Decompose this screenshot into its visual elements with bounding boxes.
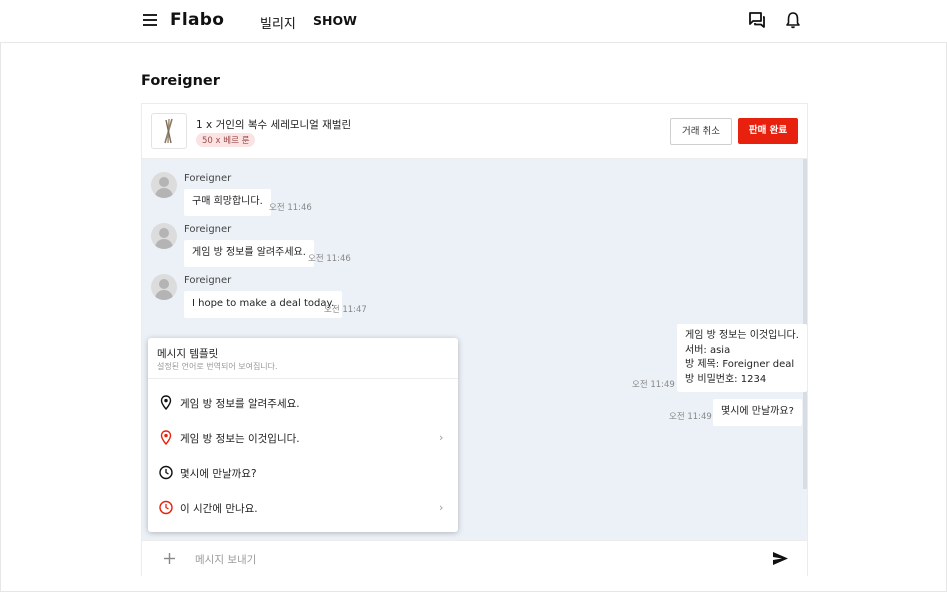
message-time: 오전 11:46 <box>308 254 351 264</box>
clock-icon <box>159 465 173 480</box>
message-bubble: 게임 방 정보를 알려주세요. <box>184 240 314 267</box>
my-message-time: 오전 11:49 <box>669 412 712 422</box>
clock-icon <box>159 500 173 515</box>
avatar <box>151 223 177 249</box>
template-label: 게임 방 정보는 이것입니다. <box>180 433 300 445</box>
price-badge: 50 x 베르 룬 <box>196 133 256 147</box>
nav-show[interactable]: SHOW <box>313 13 357 28</box>
message-input[interactable]: 메시지 보내기 <box>195 552 256 567</box>
send-icon[interactable] <box>772 551 789 566</box>
product-info-bar: 1 x 거인의 복수 세레모니얼 재벌린 50 x 베르 룬 거래 취소 판매 … <box>142 104 807 159</box>
product-thumbnail[interactable] <box>151 113 187 149</box>
avatar <box>151 172 177 198</box>
message-bubble: 구매 희망합니다. <box>184 189 271 216</box>
message-bubble: I hope to make a deal today. <box>184 291 343 318</box>
location-pin-icon <box>160 430 172 445</box>
my-message-time: 오전 11:49 <box>632 380 675 390</box>
template-label: 이 시간에 만나요. <box>180 503 258 515</box>
avatar <box>151 274 177 300</box>
logo[interactable]: Flabo <box>170 10 224 30</box>
template-item[interactable]: 몇시에 만날까요? <box>148 458 458 488</box>
cancel-trade-button[interactable]: 거래 취소 <box>670 118 732 145</box>
chevron-right-icon: › <box>439 431 444 444</box>
message-sender: Foreigner <box>184 224 232 235</box>
template-item[interactable]: 게임 방 정보는 이것입니다. › <box>148 423 458 453</box>
nav-village[interactable]: 빌리지 <box>260 13 296 32</box>
message-time: 오전 11:46 <box>269 203 312 213</box>
page-title: Foreigner <box>141 73 220 89</box>
top-navigation-bar: Flabo 빌리지 SHOW <box>0 0 947 43</box>
chat-icon[interactable] <box>748 11 766 29</box>
popup-title: 메시지 템플릿 <box>157 348 219 360</box>
my-message-line: 방 비밀번호: 1234 <box>685 373 767 385</box>
message-input-bar: 메시지 보내기 <box>142 540 807 576</box>
plus-icon[interactable] <box>163 552 176 565</box>
hamburger-menu-icon[interactable] <box>143 14 157 26</box>
my-message-bubble: 몇시에 만날까요? <box>713 399 802 426</box>
template-item[interactable]: 이 시간에 만나요. › <box>148 493 458 523</box>
my-message-line: 서버: asia <box>685 344 731 356</box>
product-name: 1 x 거인의 복수 세레모니얼 재벌린 <box>196 119 352 131</box>
complete-sale-button[interactable]: 판매 완료 <box>738 118 798 144</box>
message-sender: Foreigner <box>184 173 232 184</box>
chevron-right-icon: › <box>439 501 444 514</box>
template-label: 게임 방 정보를 알려주세요. <box>180 398 300 410</box>
my-message-line: 게임 방 정보는 이것입니다. <box>685 330 799 341</box>
template-label: 몇시에 만날까요? <box>180 468 257 480</box>
bell-icon[interactable] <box>784 11 802 29</box>
message-time: 오전 11:47 <box>324 305 367 315</box>
popup-subtitle: 설정된 언어로 번역되어 보여집니다. <box>157 362 278 371</box>
message-sender: Foreigner <box>184 275 232 286</box>
my-message-line: 방 제목: Foreigner deal <box>685 359 795 370</box>
template-item[interactable]: 게임 방 정보를 알려주세요. <box>148 388 458 418</box>
divider <box>148 378 458 379</box>
my-message-bubble: 게임 방 정보는 이것입니다. 서버: asia 방 제목: Foreigner… <box>677 324 807 392</box>
location-pin-icon <box>160 395 172 410</box>
message-template-popup: 메시지 템플릿 설정된 언어로 번역되어 보여집니다. 게임 방 정보를 알려주… <box>148 338 458 532</box>
javelin-image <box>164 118 173 144</box>
